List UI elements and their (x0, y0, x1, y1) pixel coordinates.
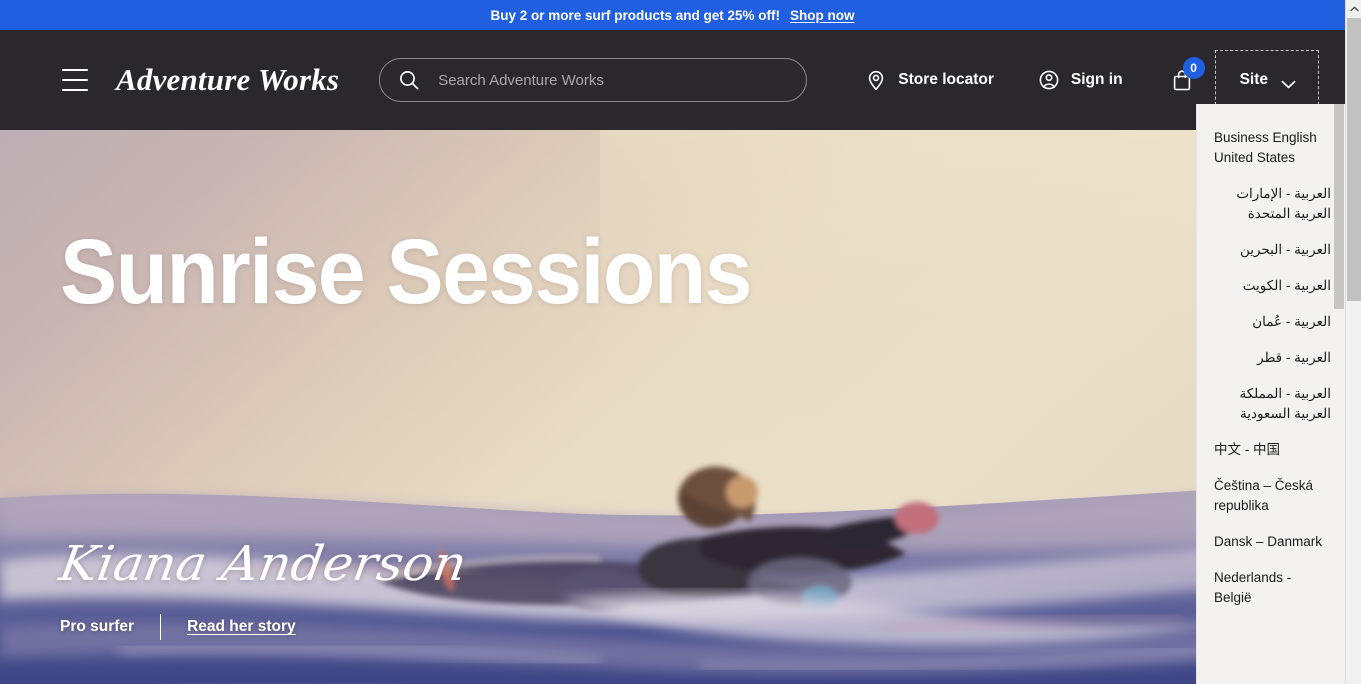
site-option-arabic-kuwait[interactable]: العربية - الكويت (1197, 268, 1345, 304)
dropdown-scrollbar[interactable] (1333, 104, 1345, 684)
site-selector-button[interactable]: Site (1214, 50, 1319, 110)
location-pin-icon (865, 69, 887, 91)
page-scrollbar-thumb[interactable] (1347, 18, 1361, 301)
brand-logo[interactable]: Adventure Works (116, 62, 339, 98)
site-option-danish[interactable]: Dansk – Danmark (1197, 524, 1345, 560)
page-scrollbar[interactable] (1345, 0, 1361, 684)
hero-role-label: Pro surfer (60, 618, 135, 635)
site-selector-dropdown: Business English United States العربية -… (1196, 104, 1345, 684)
hero-title: Sunrise Sessions (60, 221, 752, 323)
hero-content: Sunrise Sessions Kiana Anderson Pro surf… (0, 130, 1345, 684)
person-circle-icon (1038, 69, 1060, 91)
cart-count-badge: 0 (1182, 57, 1205, 79)
dropdown-scrollbar-thumb[interactable] (1334, 104, 1344, 309)
hero-meta: Pro surfer Read her story (60, 614, 296, 640)
hero-signature: Kiana Anderson (55, 536, 471, 592)
page-root: Buy 2 or more surf products and get 25% … (0, 0, 1361, 684)
promo-shop-now-link[interactable]: Shop now (790, 8, 855, 23)
hamburger-menu-icon[interactable] (62, 69, 88, 91)
search-box[interactable] (379, 58, 808, 102)
hero-banner: Sunrise Sessions Kiana Anderson Pro surf… (0, 130, 1345, 684)
search-input[interactable] (438, 71, 789, 89)
site-option-business-english-us[interactable]: Business English United States (1197, 120, 1345, 176)
meta-divider (160, 614, 162, 640)
promo-banner: Buy 2 or more surf products and get 25% … (0, 0, 1345, 30)
site-header: Adventure Works Store locator (0, 30, 1345, 130)
site-option-arabic-uae[interactable]: العربية - الإمارات العربية المتحدة (1197, 176, 1345, 232)
promo-text: Buy 2 or more surf products and get 25% … (490, 7, 781, 23)
read-her-story-link[interactable]: Read her story (187, 618, 296, 636)
scroll-up-arrow-icon[interactable] (1346, 0, 1361, 18)
search-icon (398, 69, 420, 91)
store-locator-label: Store locator (898, 71, 994, 88)
chevron-down-icon (1281, 76, 1296, 88)
site-selector-label: Site (1239, 71, 1268, 88)
site-option-arabic-saudi[interactable]: العربية - المملكة العربية السعودية (1197, 376, 1345, 432)
sign-in-button[interactable]: Sign in (1038, 69, 1123, 91)
site-option-czech[interactable]: Čeština – Česká republika (1197, 468, 1345, 524)
site-option-arabic-oman[interactable]: العربية - عُمان (1197, 304, 1345, 340)
site-option-arabic-bahrain[interactable]: العربية - البحرين (1197, 232, 1345, 268)
site-option-chinese-china[interactable]: 中文 - 中国 (1197, 432, 1345, 468)
site-option-arabic-qatar[interactable]: العربية - قطر (1197, 340, 1345, 376)
site-dropdown-list: Business English United States العربية -… (1197, 104, 1345, 616)
store-locator-button[interactable]: Store locator (865, 69, 994, 91)
sign-in-label: Sign in (1070, 71, 1123, 88)
cart-button[interactable]: 0 (1171, 57, 1205, 92)
site-option-dutch-belgium[interactable]: Nederlands - België (1197, 560, 1345, 616)
